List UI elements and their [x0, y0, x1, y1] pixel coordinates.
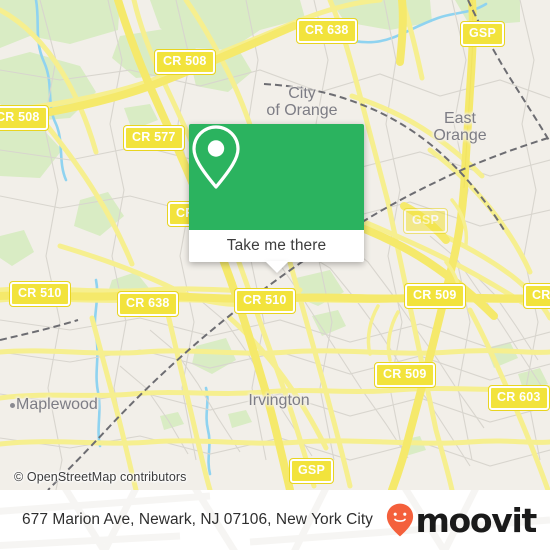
road-shield-cr-577[interactable]: CR 577: [123, 125, 185, 151]
city-label-city-of-orange: City of Orange: [262, 85, 342, 120]
moovit-pin-icon: [387, 503, 414, 537]
road-shield-cr-509-north[interactable]: CR 509: [404, 283, 466, 309]
road-shield-cr-508-west[interactable]: CR 508: [0, 105, 49, 131]
road-shield-gsp-north[interactable]: GSP: [460, 21, 505, 47]
road-shield-cr-50-edge[interactable]: CR 50: [522, 283, 550, 309]
popup-card-header: [189, 124, 364, 230]
footer-bar: 677 Marion Ave, Newark, NJ 07106, New Yo…: [0, 490, 550, 550]
take-me-there-button[interactable]: Take me there: [227, 237, 327, 255]
road-shield-cr-638-north[interactable]: CR 638: [296, 18, 358, 44]
map-pin-icon: [192, 125, 240, 189]
city-label-line: City: [288, 85, 316, 102]
city-label-line: Orange: [433, 126, 487, 144]
destination-address: 677 Marion Ave, Newark, NJ 07106, New Yo…: [22, 511, 373, 528]
map-screen: City of Orange East Orange Irvington Map…: [0, 0, 550, 550]
destination-popup-card[interactable]: Take me there: [189, 124, 364, 273]
city-label-maplewood: Maplewood: [16, 396, 98, 413]
city-label-line: Irvington: [248, 392, 310, 409]
moovit-wordmark: moovit: [415, 500, 537, 540]
moovit-logo[interactable]: moovit: [386, 500, 537, 540]
road-shield-cr-508-north[interactable]: CR 508: [154, 49, 216, 75]
road-shield-cr-509-south[interactable]: CR 509: [374, 362, 436, 388]
road-shield-gsp-south[interactable]: GSP: [289, 458, 334, 484]
road-shield-cr-603[interactable]: CR 603: [488, 385, 550, 411]
city-label-irvington: Irvington: [239, 392, 319, 409]
road-shield-cr-510-west[interactable]: CR 510: [9, 281, 71, 307]
city-label-line: East: [443, 110, 476, 127]
popup-card-footer[interactable]: Take me there: [189, 230, 364, 273]
osm-attribution[interactable]: © OpenStreetMap contributors: [14, 470, 187, 484]
popup-card-tail: [264, 261, 289, 273]
road-shield-gsp-mid[interactable]: GSP: [403, 208, 448, 234]
road-shield-cr-638-south[interactable]: CR 638: [117, 291, 179, 317]
map-canvas[interactable]: City of Orange East Orange Irvington Map…: [0, 0, 550, 490]
city-marker-dot-maplewood: [10, 403, 15, 408]
city-label-east-orange: East Orange: [420, 110, 500, 145]
city-label-line: Maplewood: [16, 396, 98, 413]
road-shield-cr-510-east[interactable]: CR 510: [234, 288, 296, 314]
city-label-line: of Orange: [266, 101, 338, 119]
